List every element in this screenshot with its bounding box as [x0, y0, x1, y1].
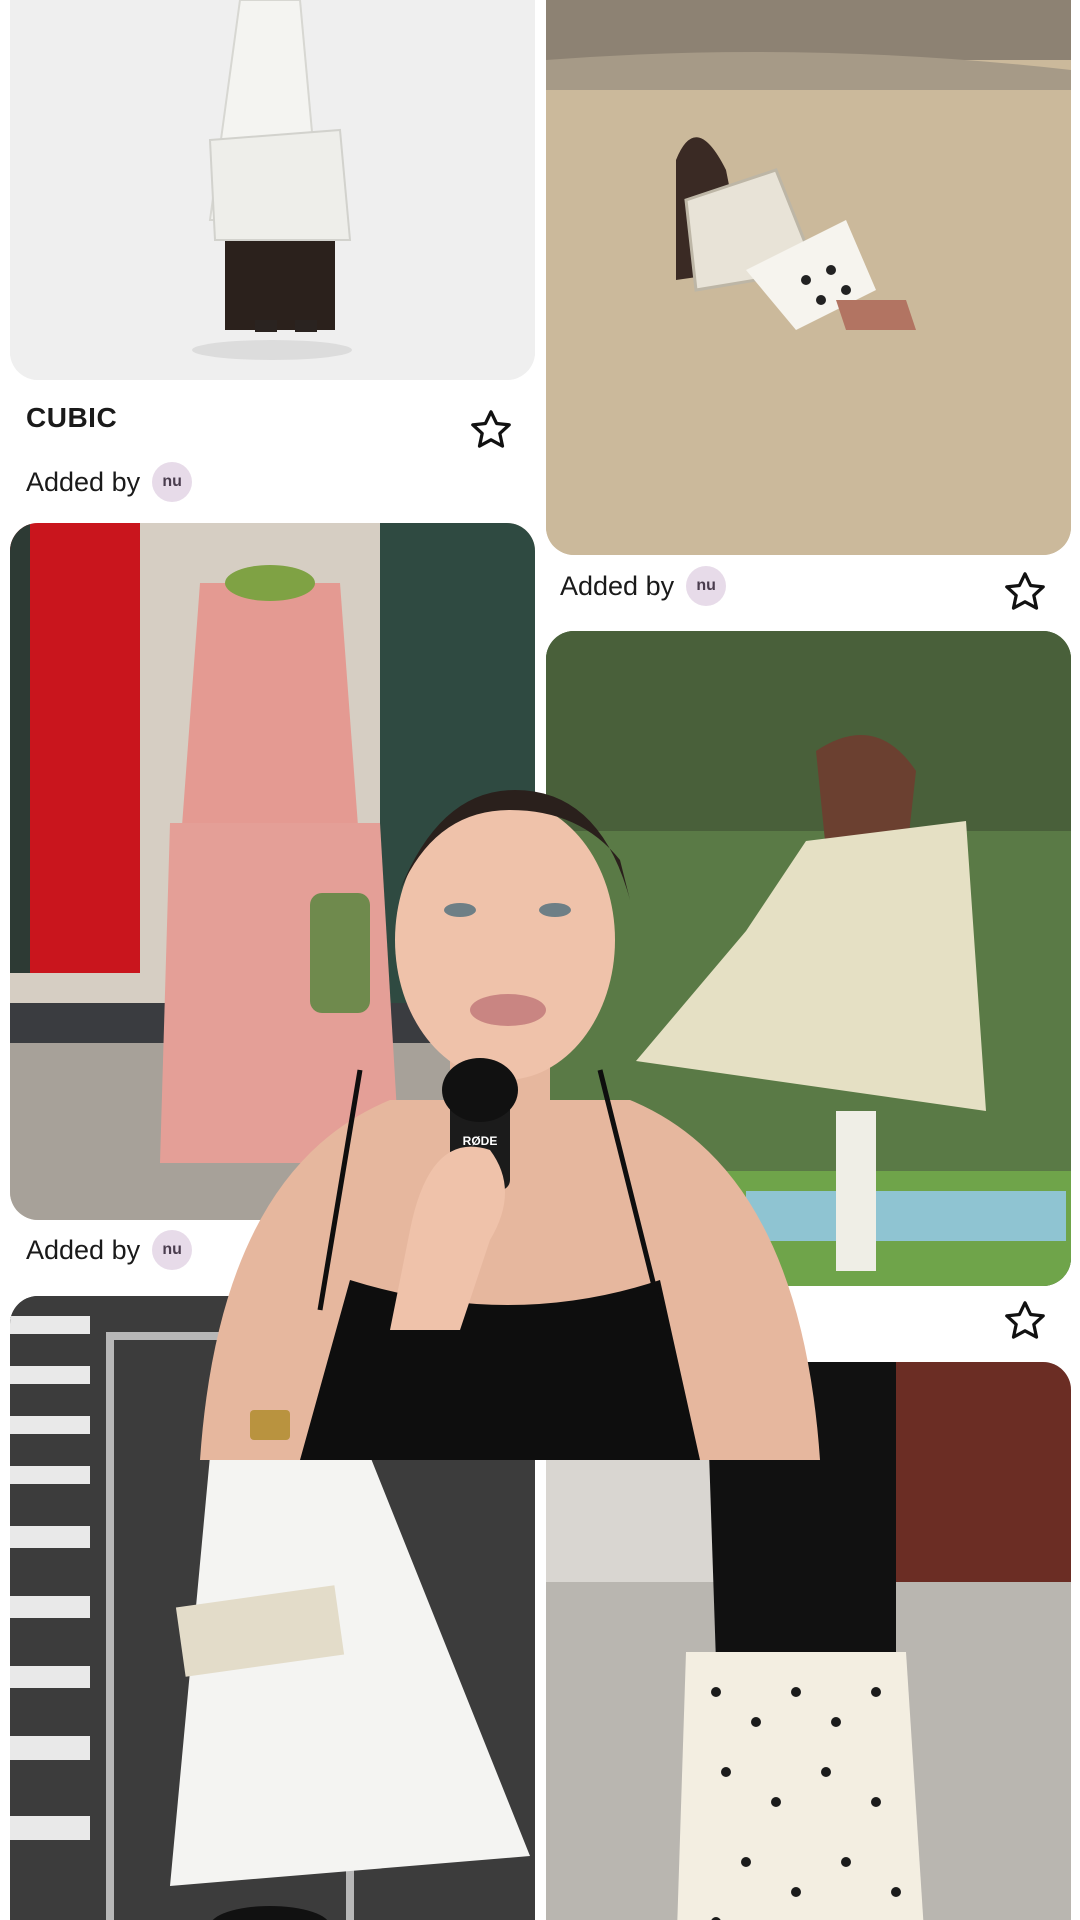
star-outline-icon[interactable] — [1002, 1298, 1048, 1344]
star-outline-icon[interactable] — [468, 407, 514, 453]
star-outline-icon[interactable] — [1002, 569, 1048, 615]
beach-photo-illustration — [546, 0, 1071, 555]
product-image-beach[interactable] — [546, 0, 1071, 555]
added-by-label: Added by — [560, 570, 675, 601]
mic-brand-label: RØDE — [463, 1134, 498, 1148]
added-by-label: Added by — [26, 466, 141, 497]
added-by-label: Added by — [26, 1234, 141, 1265]
dress-photo-illustration — [10, 0, 535, 380]
board-feed: CUBIC Added by nu Added by nu Added by n… — [0, 0, 1080, 1920]
brand-name[interactable]: CUBIC — [26, 402, 117, 434]
added-by-row: Added by nu — [26, 462, 193, 502]
creator-video-overlay: RØDE — [160, 770, 860, 1460]
user-avatar[interactable]: nu — [686, 566, 727, 606]
added-by-row: Added by nu — [560, 566, 727, 606]
user-avatar[interactable]: nu — [152, 462, 193, 502]
creator-illustration: RØDE — [200, 790, 820, 1460]
product-image-white-dress[interactable] — [10, 0, 535, 380]
